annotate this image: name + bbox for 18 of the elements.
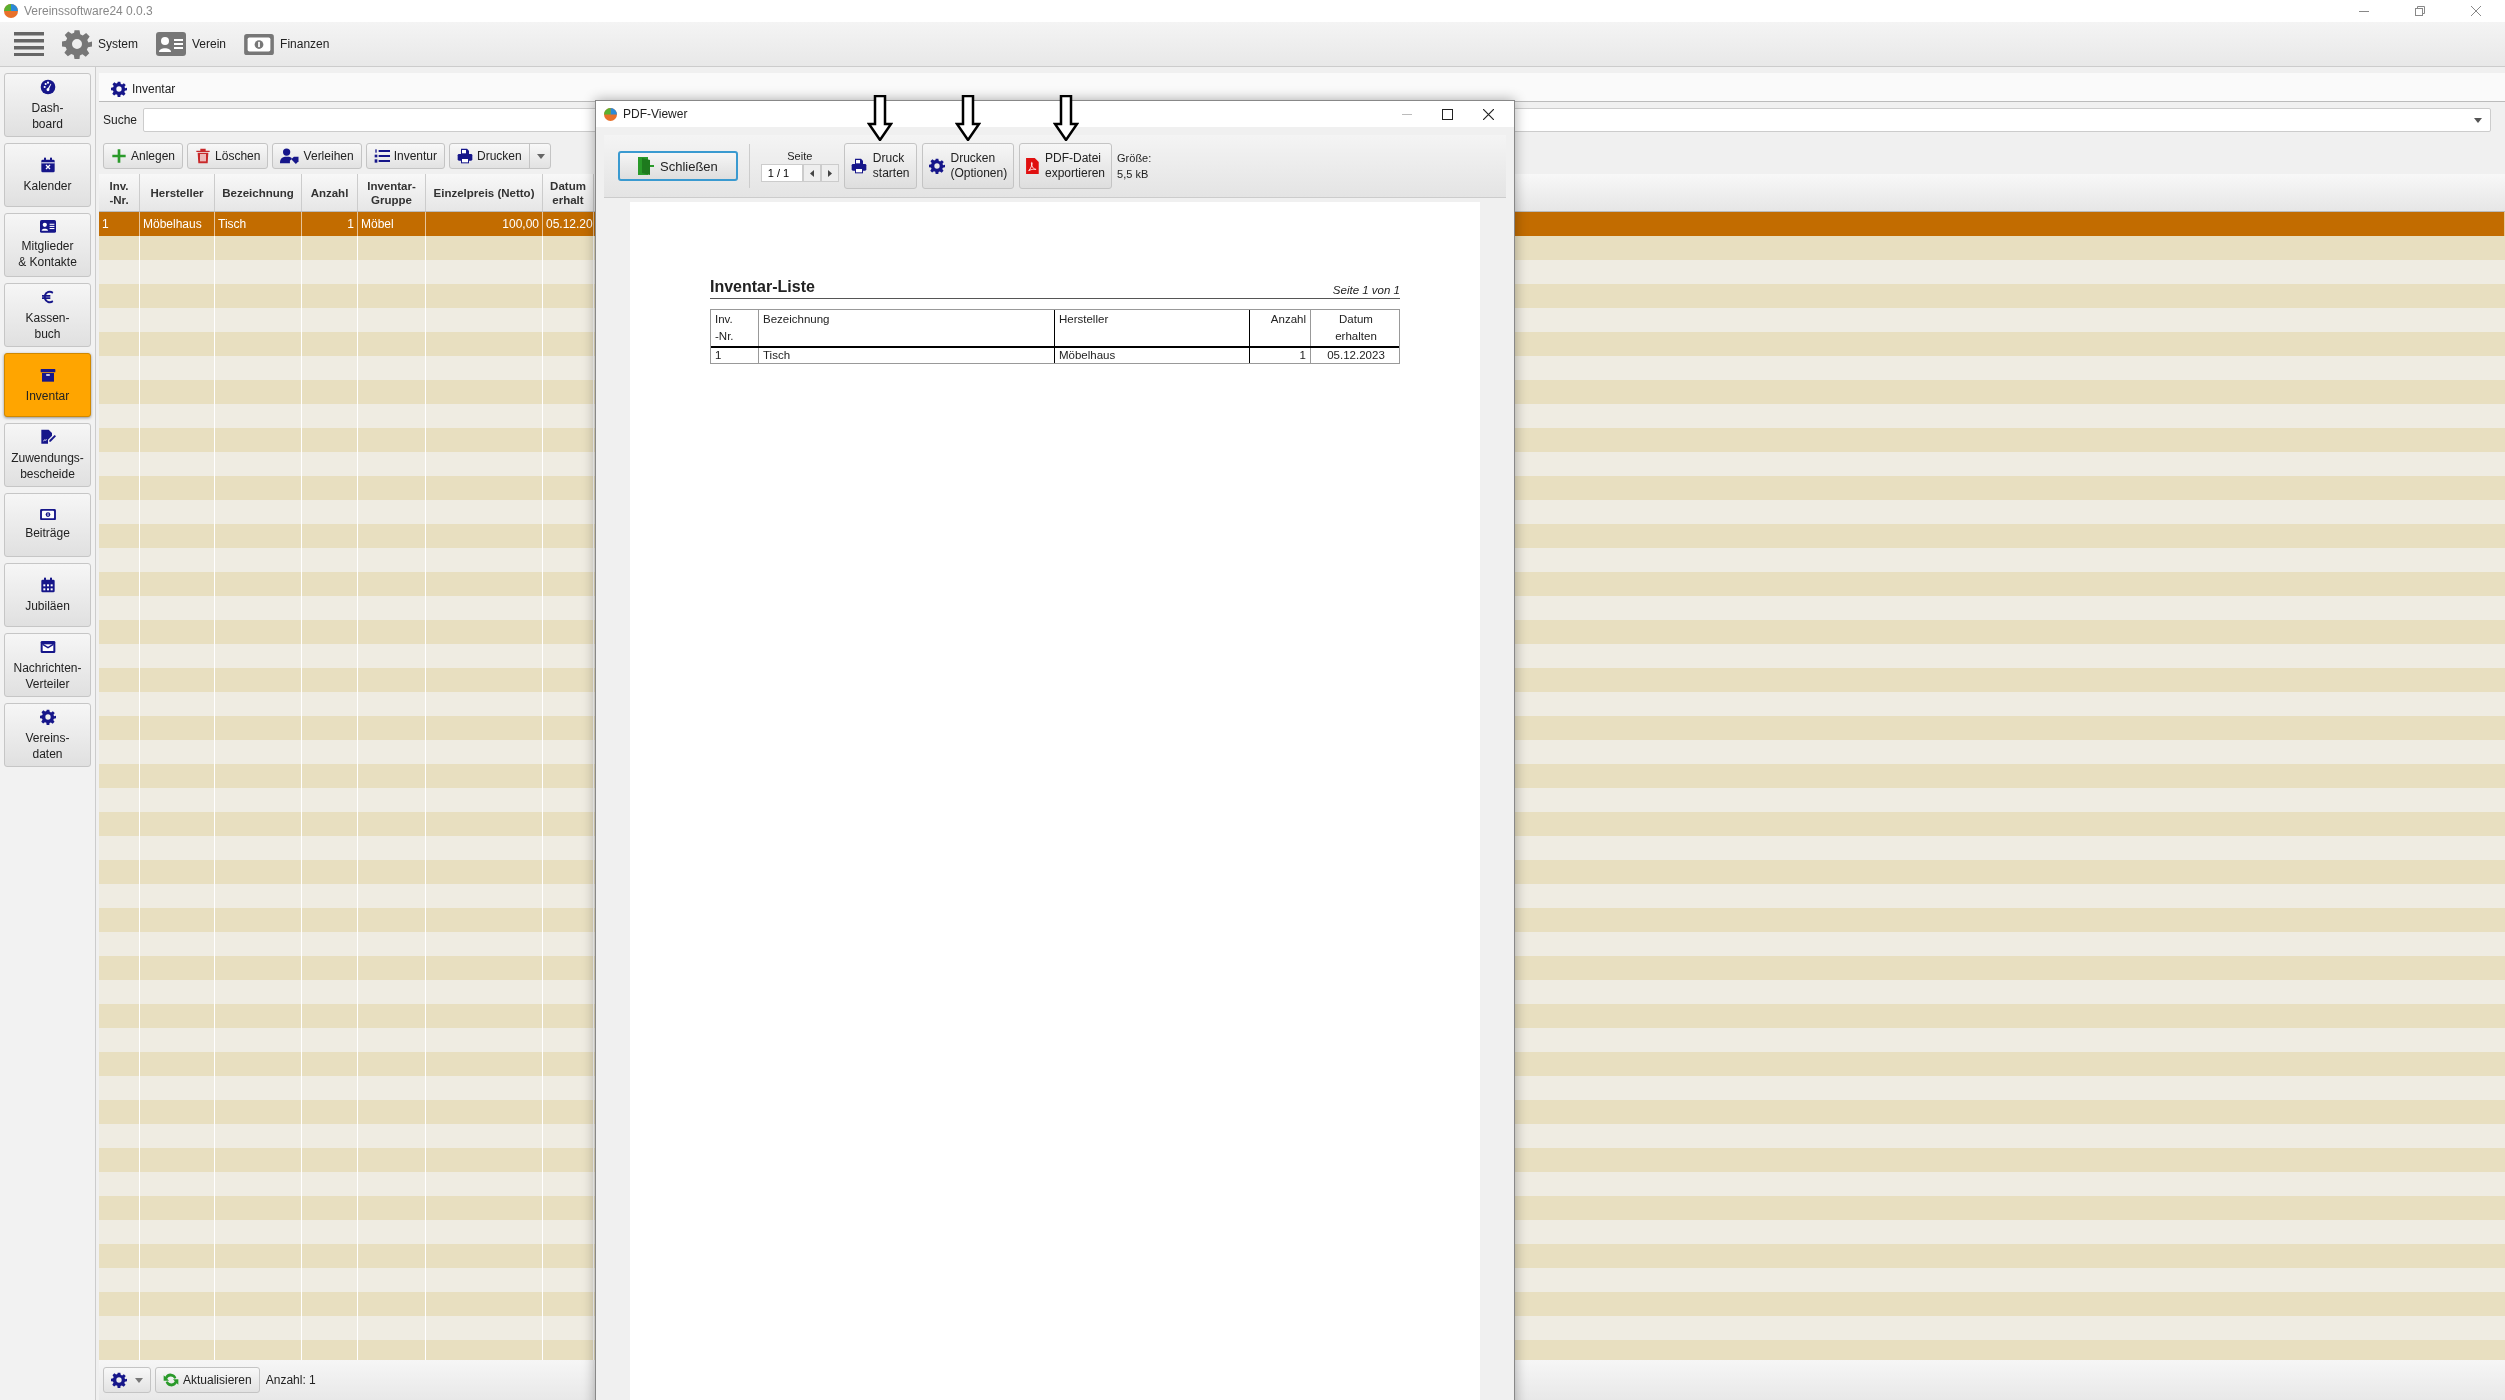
page-label: Seite (787, 150, 813, 162)
search-label: Suche (103, 113, 138, 127)
document-cell: Tisch (759, 348, 1055, 363)
dialog-title: PDF-Viewer (623, 107, 688, 121)
document-column-header: Anzahl (1250, 310, 1311, 346)
record-count: Anzahl: 1 (265, 1373, 316, 1387)
document-column-header: Bezeichnung (759, 310, 1055, 346)
page-number: Seite 1 von 1 (1332, 284, 1400, 296)
document-column-header: Datum erhalten (1334, 312, 1378, 344)
document-title: Inventar-Liste (710, 278, 815, 296)
window-title: Vereinssoftware24 0.0.3 (24, 4, 153, 18)
file-size: Größe: 5,5 kB (1117, 151, 1152, 182)
document-column-header: Inv. -Nr. (711, 310, 759, 346)
document-cell: Möbelhaus (1055, 348, 1250, 363)
document-column-header: Hersteller (1055, 310, 1250, 346)
document-cell-text: 05.12.2023 (1326, 348, 1386, 363)
document-cell: 1 (711, 348, 759, 363)
document-cell: 1 (1250, 348, 1311, 363)
